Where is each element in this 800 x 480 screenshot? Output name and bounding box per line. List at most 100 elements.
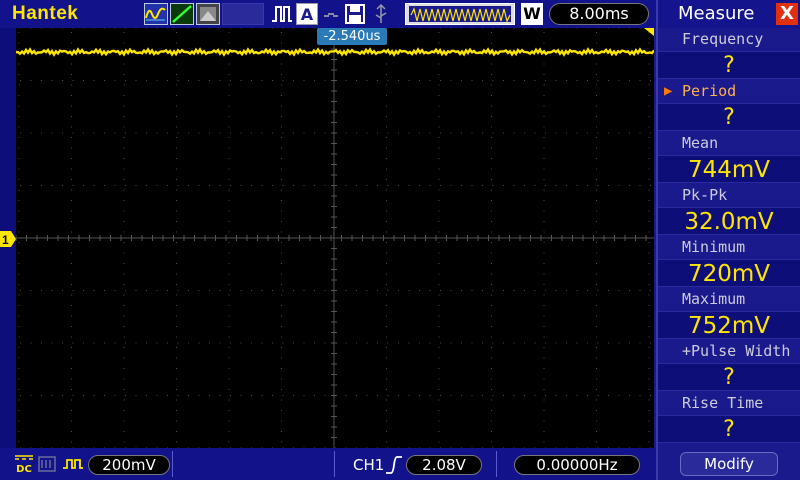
auto-mode-icon[interactable]: A	[296, 3, 318, 25]
grid-dot	[440, 28, 441, 29]
timebase-display[interactable]: 8.00ms	[549, 3, 649, 25]
grid-dot	[228, 210, 230, 212]
grid-dot	[71, 95, 72, 96]
grid-dot	[177, 28, 179, 29]
grid-dot	[281, 242, 282, 243]
measure-item-label[interactable]: Mean	[658, 132, 800, 155]
grid-dot	[639, 342, 641, 344]
measure-item-label[interactable]: Minimum	[658, 236, 800, 259]
grid-dot	[491, 147, 492, 149]
grid-dot	[303, 28, 305, 29]
grid-dot	[438, 221, 440, 222]
pulse-icon[interactable]	[270, 3, 294, 25]
memory-window-indicator	[405, 3, 515, 25]
measure-item-label[interactable]: Frequency	[658, 28, 800, 51]
grid-dot	[72, 290, 74, 291]
invert-icon[interactable]	[62, 456, 84, 472]
grid-dot	[543, 273, 545, 275]
grid-dot	[545, 342, 546, 344]
grid-dot	[491, 116, 492, 117]
trigger-source-label[interactable]: CH1	[353, 456, 384, 474]
grid-dot	[345, 342, 347, 344]
grid-dot	[596, 420, 597, 422]
grid-dot	[18, 389, 20, 390]
measure-item-label-text: Maximum	[682, 290, 746, 308]
grid-dot	[386, 189, 387, 191]
grid-dot	[596, 105, 597, 107]
grid-dot	[72, 342, 74, 344]
waveform-mode-icon[interactable]	[144, 3, 168, 25]
measure-item-label[interactable]: Maximum	[658, 288, 800, 311]
grid-dot	[281, 74, 282, 75]
measure-item-label[interactable]: Rise Time	[658, 392, 800, 415]
grid-dot	[167, 132, 168, 134]
measure-item-label[interactable]: Pk-Pk	[658, 184, 800, 207]
close-button[interactable]: X	[776, 3, 798, 25]
grid-dot	[438, 158, 440, 159]
grid-dot	[114, 28, 116, 29]
grid-dot	[648, 116, 650, 117]
grid-dot	[366, 290, 368, 291]
separator	[334, 451, 335, 477]
grid-dot	[123, 158, 125, 159]
save-icon[interactable]	[344, 3, 366, 25]
grid-dot	[18, 189, 20, 191]
grid-dot	[386, 200, 387, 201]
grid-dot	[156, 342, 158, 344]
grid-dot	[438, 200, 440, 201]
volts-per-div-display[interactable]: 200mV	[88, 455, 170, 475]
trigger-level-display[interactable]: 2.08V	[406, 455, 482, 475]
grid-dot	[387, 80, 389, 81]
grid-dot	[230, 395, 231, 396]
rising-edge-icon[interactable]	[385, 455, 403, 475]
grid-dot	[587, 28, 588, 29]
coupling-dc-icon[interactable]: DC	[14, 454, 34, 475]
grid-dot	[419, 290, 420, 291]
grid-dot	[104, 185, 105, 186]
grid-dot	[18, 95, 20, 96]
grid-dot	[272, 28, 273, 29]
grid-dot	[324, 132, 326, 134]
grid-dot	[167, 395, 168, 396]
display-persist-icon[interactable]	[196, 3, 220, 25]
grid-dot	[281, 368, 282, 369]
grid-dot	[482, 132, 483, 134]
grid-dot	[386, 179, 387, 180]
grid-dot	[543, 168, 545, 170]
grid-dot	[377, 290, 378, 291]
grid-dot	[491, 263, 492, 264]
measure-item-label-text: Minimum	[682, 238, 746, 256]
grid-dot	[71, 399, 72, 401]
grid-dot	[608, 80, 609, 81]
grid-dot	[281, 410, 282, 411]
measure-item-label[interactable]: +Pulse Width	[658, 340, 800, 363]
grid-dot	[596, 431, 597, 432]
grid-dot	[123, 378, 125, 380]
window-badge[interactable]: W	[521, 3, 543, 25]
measure-item-label[interactable]: ▶ Period	[658, 80, 800, 103]
grid-dot	[438, 42, 440, 44]
trigger-slope-icon[interactable]	[170, 3, 194, 25]
grid-dot	[438, 431, 440, 432]
grid-dot	[240, 185, 242, 186]
grid-dot	[188, 80, 189, 81]
grid-dot	[491, 347, 492, 348]
grid-dot	[228, 168, 230, 170]
grid-dot	[543, 399, 545, 401]
grid-dot	[71, 410, 72, 411]
grid-dot	[176, 200, 177, 201]
grid-dot	[386, 105, 387, 107]
grid-dot	[71, 420, 72, 422]
bandwidth-limit-icon[interactable]	[38, 456, 56, 472]
grid-dot	[123, 74, 125, 75]
grid-dot	[71, 147, 72, 149]
grid-dot	[386, 399, 387, 401]
grid-dot	[176, 284, 177, 285]
grid-dot	[387, 290, 389, 291]
modify-button[interactable]: Modify	[680, 452, 778, 476]
grid-dot	[545, 290, 546, 291]
grid-dot	[240, 290, 242, 291]
grid-dot	[534, 342, 536, 344]
grid-dot	[71, 63, 72, 65]
ch1-level-marker[interactable]: 1	[0, 231, 16, 247]
